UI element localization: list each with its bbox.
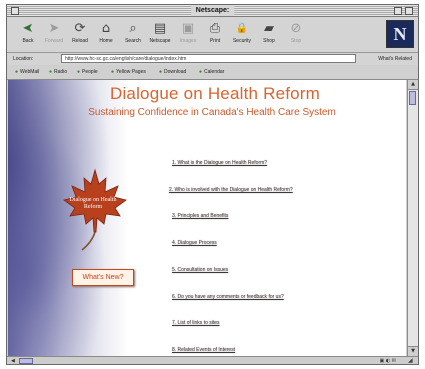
scroll-left-arrow-icon[interactable]: ◀ <box>11 357 19 364</box>
resize-grip-icon[interactable]: ◢ <box>408 357 416 364</box>
images-label: Images <box>179 38 197 44</box>
section-link[interactable]: 4. Dialogue Process <box>172 240 217 247</box>
section-link[interactable]: 2. Who is involved with the Dialogue on … <box>169 187 293 194</box>
close-box[interactable] <box>11 7 19 15</box>
stop-icon: ⊘ <box>290 21 302 36</box>
bookmark-icon: ● <box>77 69 81 75</box>
shop-button[interactable]: ▰ Shop <box>256 20 282 50</box>
netscape-button[interactable]: ▤ Netscape <box>147 20 173 50</box>
security-button[interactable]: 🔒 Security <box>229 20 255 50</box>
security-lock-icon: 🔒 <box>235 23 249 34</box>
images-button[interactable]: ▣ Images <box>175 20 201 50</box>
bookmark-icon: ● <box>111 69 115 75</box>
section-link[interactable]: 7. List of links to sites <box>172 320 220 327</box>
zoom-box[interactable] <box>394 7 402 15</box>
print-label: Print <box>209 38 221 44</box>
personal-item-label: WebMail <box>20 69 40 75</box>
home-button[interactable]: ⌂ Home <box>93 20 119 50</box>
search-label: Search <box>125 38 141 44</box>
search-button[interactable]: ⌕ Search <box>120 20 146 50</box>
personal-toolbar: ● WebMail ● Radio ● People ● Yellow Pages ● D… <box>7 66 418 80</box>
scroll-up-arrow-icon[interactable]: ▲ <box>408 80 418 90</box>
bookmark-icon: ● <box>49 69 53 75</box>
shop-bag-icon: ▰ <box>264 21 274 36</box>
whats-new-button[interactable]: What's New? <box>72 269 134 286</box>
section-link[interactable]: 5. Consultation on Issues <box>172 267 228 274</box>
personal-item-download[interactable]: ● Download <box>159 68 186 77</box>
back-label: Back <box>22 38 34 44</box>
netscape-logo[interactable]: N <box>386 20 414 48</box>
window-title: Netscape: <box>190 5 235 16</box>
personal-item-yellow-pages[interactable]: ● Yellow Pages <box>111 68 146 77</box>
horizontal-scroll-thumb[interactable] <box>19 358 33 364</box>
print-button[interactable]: ⎙ Print <box>202 20 228 50</box>
section-link[interactable]: 8. Related Events of Interest <box>172 347 235 354</box>
location-label: Location: <box>13 56 34 62</box>
collapse-box[interactable] <box>405 7 413 15</box>
home-label: Home <box>99 38 113 44</box>
title-bar[interactable]: Netscape: <box>7 5 418 17</box>
personal-item-label: Radio <box>54 69 68 75</box>
status-bar: ◀ ▣ ◐ ✉ ◢ <box>7 356 418 364</box>
browser-window: Netscape: ➤ Back ➤ Forward ⟳ Reload ⌂ Ho… <box>6 4 419 365</box>
page-subtitle: Sustaining Confidence in Canada's Health… <box>88 107 336 118</box>
personal-item-label: Yellow Pages <box>116 69 146 75</box>
forward-arrow-icon: ➤ <box>48 21 60 36</box>
reload-button[interactable]: ⟳ Reload <box>67 20 93 50</box>
personal-item-label: People <box>82 69 98 75</box>
scroll-down-arrow-icon[interactable]: ▼ <box>408 346 418 356</box>
section-link[interactable]: 1. What is the Dialogue on Health Reform… <box>172 160 267 167</box>
back-button[interactable]: ➤ Back <box>15 20 41 50</box>
location-url-field[interactable]: http://www.hc-sc.gc.ca/english/care/dial… <box>61 54 356 63</box>
reload-icon: ⟳ <box>74 21 86 36</box>
home-icon: ⌂ <box>101 21 111 36</box>
stop-label: Stop <box>290 38 302 44</box>
whats-related-button[interactable]: What's Related <box>378 54 412 64</box>
forward-label: Forward <box>44 38 64 44</box>
bookmark-icon: ● <box>199 69 203 75</box>
netscape-label: Netscape <box>149 38 171 44</box>
personal-item-calendar[interactable]: ● Calendar <box>199 68 224 77</box>
scroll-thumb[interactable] <box>409 91 416 105</box>
print-icon: ⎙ <box>209 21 221 36</box>
status-icons: ▣ ◐ ✉ <box>379 358 396 364</box>
personal-item-radio[interactable]: ● Radio <box>49 68 67 77</box>
netscape-icon: ▤ <box>153 21 167 36</box>
shop-label: Shop <box>263 38 275 44</box>
page-content: Dialogue on Health Reform Sustaining Con… <box>8 80 406 356</box>
personal-item-label: Download <box>164 69 187 75</box>
reload-label: Reload <box>72 38 88 44</box>
section-link[interactable]: 6. Do you have any comments or feedback … <box>172 294 284 301</box>
back-arrow-icon: ➤ <box>22 21 34 36</box>
images-icon: ▣ <box>181 21 195 36</box>
maple-leaf-caption: Dialogue on Health Reform <box>69 197 117 210</box>
maple-leaf-logo[interactable]: Dialogue on Health Reform <box>60 166 130 252</box>
search-icon: ⌕ <box>129 21 137 36</box>
vertical-scrollbar[interactable]: ▲ ▼ <box>407 80 418 356</box>
forward-button[interactable]: ➤ Forward <box>41 20 67 50</box>
navigation-toolbar: ➤ Back ➤ Forward ⟳ Reload ⌂ Home ⌕ Searc… <box>7 17 418 53</box>
personal-item-webmail[interactable]: ● WebMail <box>15 68 39 77</box>
bookmark-icon: ● <box>159 69 163 75</box>
page-title: Dialogue on Health Reform <box>109 84 321 103</box>
stop-button[interactable]: ⊘ Stop <box>283 20 309 50</box>
security-label: Security <box>232 38 252 44</box>
bookmark-icon: ● <box>15 69 19 75</box>
location-bar: Location: http://www.hc-sc.gc.ca/english… <box>7 53 418 65</box>
personal-item-people[interactable]: ● People <box>77 68 98 77</box>
section-link[interactable]: 3. Principles and Benefits <box>172 213 228 220</box>
personal-item-label: Calendar <box>204 69 225 75</box>
